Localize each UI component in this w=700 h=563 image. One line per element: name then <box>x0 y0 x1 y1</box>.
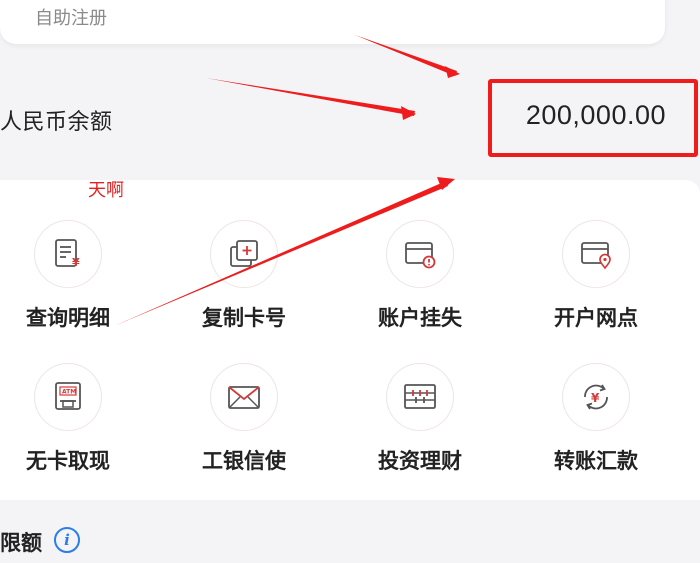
annotation-arrow <box>355 35 460 78</box>
annotation-arrows <box>114 35 460 326</box>
annotation-arrow <box>114 177 455 326</box>
annotation-arrow <box>206 78 416 120</box>
